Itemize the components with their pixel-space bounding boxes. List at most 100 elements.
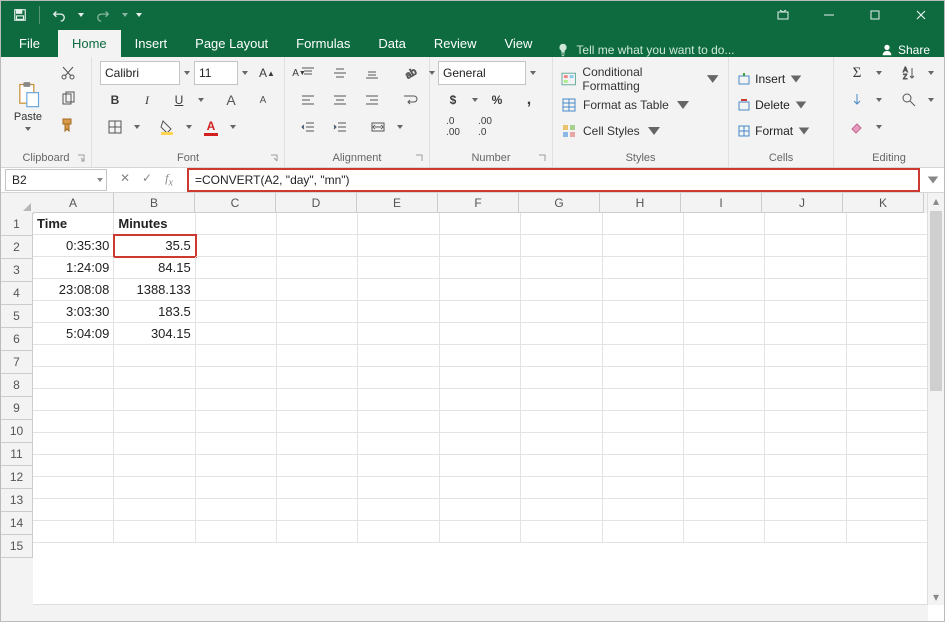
cell[interactable]: 5:04:09 <box>33 323 114 345</box>
cell[interactable] <box>440 257 521 279</box>
cell[interactable] <box>521 499 602 521</box>
cell[interactable] <box>277 213 358 235</box>
cell[interactable] <box>114 367 195 389</box>
cell[interactable] <box>114 345 195 367</box>
tab-file[interactable]: File <box>1 30 58 57</box>
cell[interactable] <box>196 433 277 455</box>
cell[interactable] <box>33 499 114 521</box>
row-header[interactable]: 15 <box>1 535 33 558</box>
cell[interactable] <box>196 455 277 477</box>
row-header[interactable]: 11 <box>1 443 33 466</box>
cell[interactable] <box>440 367 521 389</box>
delete-cells-button[interactable]: Delete <box>737 93 811 117</box>
cell[interactable] <box>358 235 439 257</box>
cell[interactable] <box>603 477 684 499</box>
formula-expand-icon[interactable] <box>926 170 940 190</box>
cell[interactable] <box>440 477 521 499</box>
number-launcher[interactable] <box>537 152 549 164</box>
ribbon-display-icon[interactable] <box>760 1 806 29</box>
cell[interactable] <box>603 301 684 323</box>
cell[interactable]: 183.5 <box>114 301 195 323</box>
increase-indent-button[interactable] <box>325 115 355 139</box>
cell[interactable] <box>358 411 439 433</box>
cell[interactable]: 3:03:30 <box>33 301 114 323</box>
qat-customize-icon[interactable] <box>134 4 144 26</box>
save-icon[interactable] <box>7 4 33 26</box>
cell[interactable] <box>684 389 765 411</box>
formula-input[interactable]: =CONVERT(A2, "day", "mn") <box>187 168 920 192</box>
align-left-button[interactable] <box>293 88 323 112</box>
cell[interactable] <box>684 411 765 433</box>
row-header[interactable]: 6 <box>1 328 33 351</box>
column-header[interactable]: J <box>762 193 843 213</box>
comma-button[interactable]: , <box>514 88 544 112</box>
cell[interactable] <box>196 323 277 345</box>
tab-view[interactable]: View <box>490 30 546 57</box>
cell[interactable] <box>603 389 684 411</box>
tab-formulas[interactable]: Formulas <box>282 30 364 57</box>
cell[interactable] <box>196 257 277 279</box>
italic-button[interactable]: I <box>132 88 162 112</box>
cell[interactable] <box>33 433 114 455</box>
cell[interactable] <box>603 433 684 455</box>
cell[interactable] <box>765 389 846 411</box>
cell[interactable] <box>114 411 195 433</box>
cell[interactable] <box>847 455 928 477</box>
decrease-indent-button[interactable] <box>293 115 323 139</box>
cell[interactable] <box>847 477 928 499</box>
cell[interactable] <box>521 257 602 279</box>
orientation-button[interactable]: ab <box>395 61 425 85</box>
cell[interactable] <box>358 257 439 279</box>
borders-button[interactable] <box>100 115 130 139</box>
cell[interactable]: Minutes <box>114 213 195 235</box>
cell[interactable] <box>114 433 195 455</box>
redo-icon[interactable] <box>90 4 116 26</box>
cell[interactable] <box>358 477 439 499</box>
borders-dropdown[interactable] <box>132 116 142 138</box>
cell[interactable] <box>114 389 195 411</box>
bold-button[interactable]: B <box>100 88 130 112</box>
cell[interactable] <box>358 323 439 345</box>
cell[interactable] <box>765 433 846 455</box>
cell[interactable]: Time <box>33 213 114 235</box>
name-box[interactable]: B2 <box>5 169 107 191</box>
row-header[interactable]: 7 <box>1 351 33 374</box>
cell[interactable] <box>196 367 277 389</box>
cell[interactable] <box>684 477 765 499</box>
cell[interactable] <box>277 411 358 433</box>
cell[interactable] <box>196 279 277 301</box>
column-header[interactable]: F <box>438 193 519 213</box>
decrease-decimal-button[interactable]: .00.0 <box>470 115 500 139</box>
cell[interactable] <box>684 213 765 235</box>
row-header[interactable]: 1 <box>1 213 33 236</box>
cell[interactable] <box>603 213 684 235</box>
cell[interactable] <box>277 323 358 345</box>
column-header[interactable]: K <box>843 193 924 213</box>
cell[interactable] <box>847 367 928 389</box>
sort-filter-button[interactable]: AZ <box>894 61 924 85</box>
cut-button[interactable] <box>53 61 83 85</box>
format-painter-button[interactable] <box>53 113 83 137</box>
cell[interactable] <box>765 279 846 301</box>
align-right-button[interactable] <box>357 88 387 112</box>
cell[interactable] <box>196 521 277 543</box>
column-header[interactable]: H <box>600 193 681 213</box>
cell[interactable] <box>521 477 602 499</box>
cell[interactable] <box>196 213 277 235</box>
cell[interactable] <box>440 213 521 235</box>
find-select-button[interactable] <box>894 88 924 112</box>
cell[interactable] <box>684 499 765 521</box>
cell[interactable]: 84.15 <box>114 257 195 279</box>
cell[interactable] <box>684 367 765 389</box>
cell[interactable] <box>358 455 439 477</box>
autosum-dropdown[interactable] <box>874 62 884 84</box>
close-icon[interactable] <box>898 1 944 29</box>
share-button[interactable]: Share <box>866 43 944 57</box>
cell[interactable]: 304.15 <box>114 323 195 345</box>
cell[interactable] <box>847 301 928 323</box>
cell[interactable] <box>440 345 521 367</box>
cell[interactable] <box>684 455 765 477</box>
cell[interactable] <box>847 411 928 433</box>
cell[interactable] <box>603 257 684 279</box>
cell[interactable] <box>358 499 439 521</box>
